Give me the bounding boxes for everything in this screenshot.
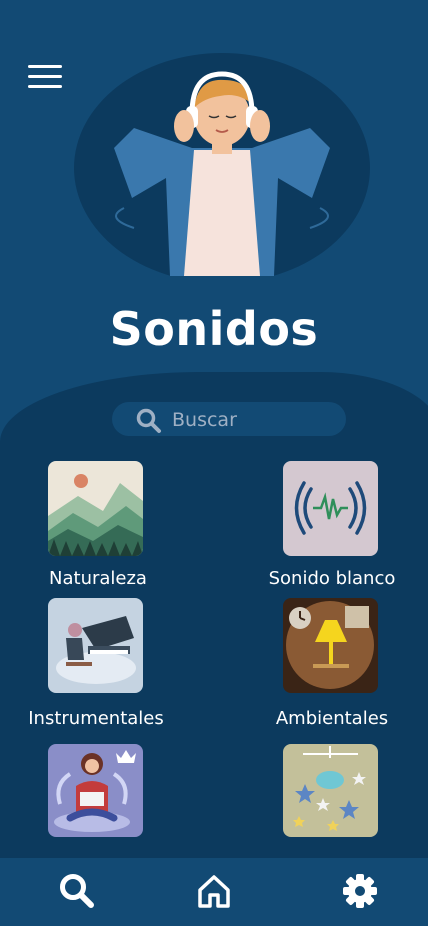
bottom-nav (0, 858, 428, 926)
category-meditation[interactable] (48, 744, 143, 837)
hero-illustration (74, 53, 370, 276)
category-instrumentales[interactable] (48, 598, 143, 693)
category-label: Instrumentales (28, 708, 164, 729)
menu-line (28, 65, 62, 68)
crown-icon (116, 750, 136, 763)
piano-thumbnail (48, 598, 143, 693)
page-title: Sonidos (109, 302, 319, 356)
stars-thumbnail (283, 744, 378, 837)
search-bar[interactable] (112, 402, 346, 436)
menu-button[interactable] (28, 64, 62, 90)
search-input[interactable] (170, 406, 344, 434)
menu-line (28, 85, 62, 88)
menu-line (28, 75, 62, 78)
nav-search-icon[interactable] (58, 872, 96, 910)
category-label: Ambientales (275, 708, 389, 729)
nav-settings-icon[interactable] (341, 872, 379, 910)
category-naturaleza[interactable] (48, 461, 143, 556)
ambient-thumbnail (283, 598, 378, 693)
category-label: Sonido blanco (268, 568, 396, 589)
search-icon (136, 408, 161, 433)
nature-thumbnail (48, 461, 143, 556)
category-label: Naturaleza (49, 568, 147, 589)
nav-home-icon[interactable] (195, 872, 233, 910)
white-noise-thumbnail (283, 461, 378, 556)
category-ambientales[interactable] (283, 598, 378, 693)
category-sonido-blanco[interactable] (283, 461, 378, 556)
category-stars[interactable] (283, 744, 378, 837)
